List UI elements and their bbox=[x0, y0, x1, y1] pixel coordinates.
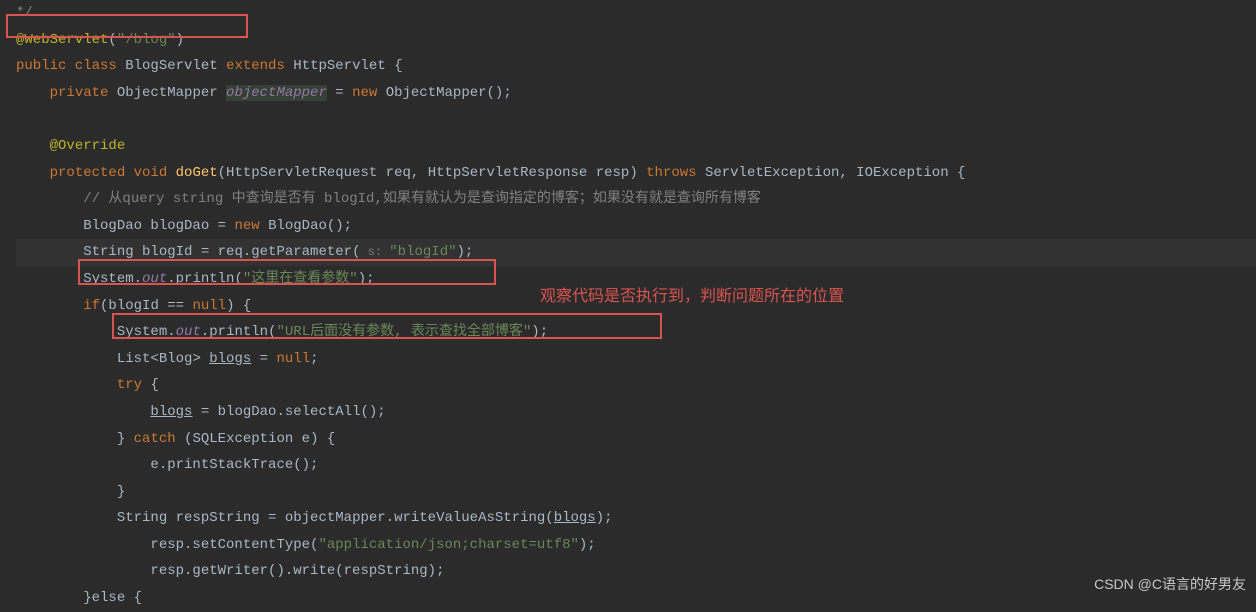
code-line[interactable]: if(blogId == null) { bbox=[16, 293, 1256, 320]
field-objectmapper: objectMapper bbox=[226, 85, 327, 101]
static-out: out bbox=[176, 324, 201, 340]
code-line[interactable]: resp.setContentType("application/json;ch… bbox=[16, 532, 1256, 559]
code-line[interactable]: System.out.println("这里在查看参数"); bbox=[16, 266, 1256, 293]
code-line[interactable]: resp.getWriter().write(respString); bbox=[16, 558, 1256, 585]
code-line[interactable]: public class BlogServlet extends HttpSer… bbox=[16, 53, 1256, 80]
code-line[interactable]: e.printStackTrace(); bbox=[16, 452, 1256, 479]
code-line[interactable]: private ObjectMapper objectMapper = new … bbox=[16, 80, 1256, 107]
code-line-blank[interactable] bbox=[16, 106, 1256, 133]
code-line[interactable]: @WebServlet("/blog") bbox=[16, 27, 1256, 54]
static-out: out bbox=[142, 271, 167, 287]
code-line[interactable]: protected void doGet(HttpServletRequest … bbox=[16, 160, 1256, 187]
code-line[interactable]: blogs = blogDao.selectAll(); bbox=[16, 399, 1256, 426]
code-line[interactable]: } bbox=[16, 479, 1256, 506]
var-blogs: blogs bbox=[209, 351, 251, 367]
code-line[interactable]: @Override bbox=[16, 133, 1256, 160]
param-hint: s: bbox=[360, 245, 389, 259]
code-line-active[interactable]: String blogId = req.getParameter( s: "bl… bbox=[16, 239, 1256, 266]
code-line[interactable]: System.out.println("URL后面没有参数, 表示查找全部博客"… bbox=[16, 319, 1256, 346]
annotation-override: @Override bbox=[50, 138, 126, 154]
code-line[interactable]: */ bbox=[16, 0, 1256, 27]
var-blogs: blogs bbox=[554, 510, 596, 526]
code-line[interactable]: BlogDao blogDao = new BlogDao(); bbox=[16, 213, 1256, 240]
var-blogs: blogs bbox=[150, 404, 192, 420]
code-line[interactable]: try { bbox=[16, 372, 1256, 399]
comment-fragment: */ bbox=[16, 5, 33, 21]
watermark-label: CSDN @C语言的好男友 bbox=[1094, 571, 1246, 598]
code-line[interactable]: List<Blog> blogs = null; bbox=[16, 346, 1256, 373]
comment-query: // 从query string 中查询是否有 blogId,如果有就认为是查询… bbox=[83, 191, 761, 207]
code-line[interactable]: } catch (SQLException e) { bbox=[16, 426, 1256, 453]
code-line[interactable]: String respString = objectMapper.writeVa… bbox=[16, 505, 1256, 532]
code-line[interactable]: }else { bbox=[16, 585, 1256, 612]
annotation-webservlet: @WebServlet bbox=[16, 32, 108, 48]
code-line[interactable]: // 从query string 中查询是否有 blogId,如果有就认为是查询… bbox=[16, 186, 1256, 213]
method-doget: doGet bbox=[176, 165, 218, 181]
